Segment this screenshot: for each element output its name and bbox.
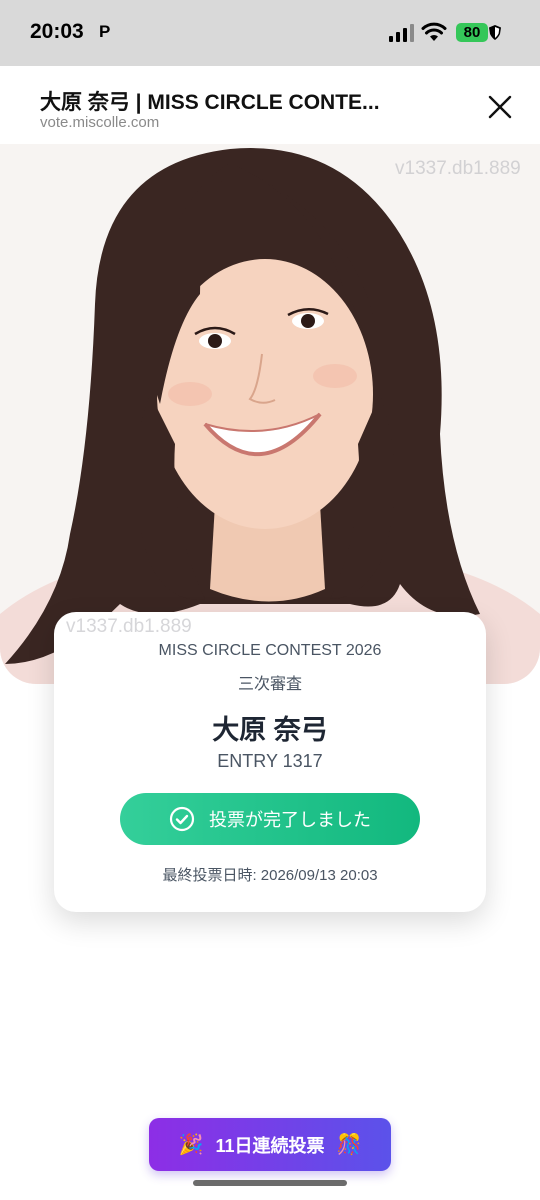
screen: 20:03 P 80 大原 奈弓 | MISS CIRCLE CONTE... … (0, 0, 540, 1200)
vote-complete-button[interactable]: 投票が完了しました (120, 793, 420, 845)
vote-card: MISS CIRCLE CONTEST 2026 三次審査 大原 奈弓 ENTR… (54, 612, 486, 912)
check-circle-icon (169, 806, 195, 832)
round-name: 三次審査 (237, 676, 302, 693)
status-time: 20:03 (30, 20, 84, 43)
browser-header: 大原 奈弓 | MISS CIRCLE CONTE... vote.miscol… (0, 66, 540, 144)
wifi-icon (421, 22, 447, 41)
entrant-name: 大原 奈弓 (212, 715, 328, 745)
close-icon[interactable] (483, 90, 517, 124)
shield-icon (489, 25, 501, 40)
party-popper-icon: 🎉 (178, 1134, 204, 1156)
last-vote-time: 最終投票日時: 2026/09/13 20:03 (162, 867, 378, 884)
entry-number: ENTRY 1317 (217, 751, 323, 771)
status-bar: 20:03 P 80 (0, 0, 540, 66)
battery-icon: 80 (456, 23, 488, 42)
vote-status-label: 投票が完了しました (209, 810, 371, 830)
page-title: 大原 奈弓 | MISS CIRCLE CONTE... (40, 91, 380, 114)
carrier-glyph: P (99, 22, 111, 41)
entrant-photo (0, 144, 540, 684)
photo-watermark: v1337.db1.889 (66, 616, 192, 637)
confetti-ball-icon: 🎊 (336, 1134, 362, 1156)
photo-watermark: v1337.db1.889 (395, 158, 521, 179)
streak-vote-button[interactable]: 🎉 11日連続投票 🎊 (149, 1118, 391, 1171)
page-url: vote.miscolle.com (40, 114, 160, 131)
home-indicator[interactable] (193, 1180, 347, 1186)
contest-name: MISS CIRCLE CONTEST 2026 (158, 642, 382, 659)
signal-icon (389, 24, 414, 42)
streak-label: 11日連続投票 (215, 1135, 325, 1156)
